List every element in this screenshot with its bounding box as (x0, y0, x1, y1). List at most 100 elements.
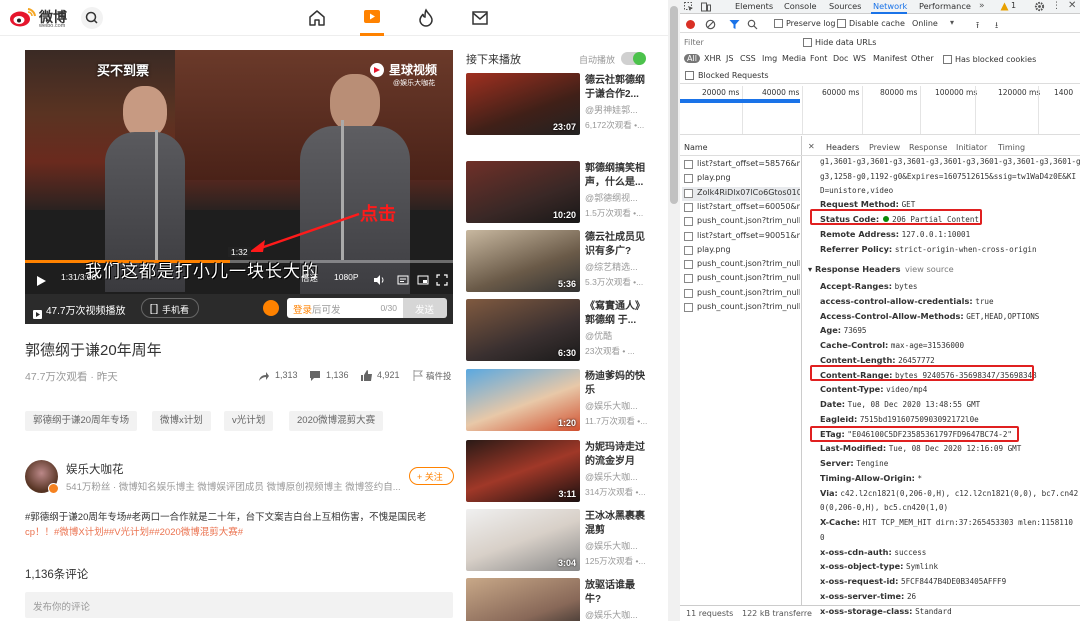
resource-type-filter[interactable]: Other (911, 54, 934, 63)
page-scroll-thumb[interactable] (670, 6, 678, 204)
more-tabs-button[interactable]: » (979, 1, 985, 11)
message-nav-button[interactable] (470, 8, 490, 28)
rec-title[interactable]: 放驱话谁最牛? (585, 579, 649, 607)
video-player[interactable]: 买不到票 星球视频 @娱乐大咖花 点击 1:32 我们这都是打小儿一块长大的 1… (25, 50, 453, 324)
resource-type-filter[interactable]: WS (853, 54, 866, 63)
resource-type-filter[interactable]: All (684, 54, 700, 63)
quality-button[interactable]: 1080P (334, 272, 359, 282)
autoplay-toggle[interactable] (621, 52, 646, 65)
view-source-link[interactable]: view source (905, 264, 954, 274)
detail-tab[interactable]: Headers (826, 143, 859, 152)
weibo-logo[interactable]: 微博 weibo.com (8, 6, 76, 30)
import-har-button[interactable]: ⭱ (976, 18, 979, 34)
share-button[interactable]: 1,313 (258, 369, 303, 383)
filter-toggle-button[interactable] (729, 19, 740, 30)
rec-title[interactable]: 杨迪爹妈的快乐 (585, 370, 649, 398)
blocked-cookies-checkbox[interactable] (943, 55, 952, 64)
throttling-select[interactable]: Online ▾ (910, 18, 962, 30)
detail-tab[interactable]: Initiator (956, 143, 987, 152)
devtools-tab[interactable]: Elements (735, 1, 773, 11)
request-row[interactable]: push_count.json?trim_null... (682, 287, 800, 301)
rec-title[interactable]: 德云社成员见识有多广? (585, 231, 649, 259)
search-network-button[interactable] (747, 19, 758, 30)
volume-button[interactable] (373, 271, 385, 285)
export-har-button[interactable]: ⭳ (995, 18, 998, 34)
record-button[interactable] (686, 20, 695, 29)
rec-thumbnail[interactable]: 5:36 (466, 230, 580, 292)
play-button[interactable] (35, 272, 47, 286)
detail-tab[interactable]: Preview (869, 143, 900, 152)
filter-input[interactable]: Filter (684, 37, 800, 49)
request-row[interactable]: push_count.json?trim_null... (682, 272, 800, 286)
devtools-tab[interactable]: Network (873, 1, 907, 11)
rec-thumbnail[interactable] (466, 578, 580, 621)
rec-thumbnail[interactable]: 6:30 (466, 299, 580, 361)
follow-button[interactable]: + 关注 (409, 467, 454, 485)
rec-author[interactable]: @综艺精选... (585, 260, 649, 273)
rec-thumbnail[interactable]: 3:04 (466, 509, 580, 571)
resource-type-filter[interactable]: Doc (833, 54, 848, 63)
request-row[interactable]: Zolk4RiDlx07lCo6Gtos010... (682, 186, 800, 201)
detail-tab[interactable]: Timing (998, 143, 1025, 152)
devtools-tab[interactable]: Sources (829, 1, 861, 11)
request-row[interactable]: play.png (682, 244, 800, 258)
warning-indicator[interactable]: 1 (1000, 1, 1020, 12)
video-nav-button[interactable] (362, 7, 382, 27)
resource-type-filter[interactable]: Font (810, 54, 827, 63)
topic-tag[interactable]: 2020微博混剪大赛 (289, 411, 384, 431)
request-row[interactable]: push_count.json?trim_null... (682, 301, 800, 315)
close-devtools-button[interactable]: ✕ (1068, 0, 1076, 11)
rec-title[interactable]: 《寫實通人》郭德纲 于... (585, 300, 649, 328)
rec-title[interactable]: 为妮玛诗走过的流金岁月 (585, 441, 649, 469)
response-headers-section-title[interactable]: ▾ Response Headers (808, 264, 901, 274)
like-button[interactable]: 4,921 (360, 369, 405, 383)
rec-thumbnail[interactable]: 23:07 (466, 73, 580, 135)
rec-author[interactable]: @娱乐大咖... (585, 470, 649, 483)
clear-button[interactable] (705, 19, 716, 30)
request-row[interactable]: list?start_offset=60050&mi... (682, 201, 800, 215)
rec-thumbnail[interactable]: 10:20 (466, 161, 580, 223)
devtools-menu-button[interactable]: ⋮ (1052, 1, 1061, 11)
speed-button[interactable]: 倍速 (301, 272, 318, 284)
topic-tag[interactable]: 郭德纲于谦20周年专场 (25, 411, 138, 431)
topic-tag[interactable]: 微博x计划 (152, 411, 211, 431)
devtools-tab[interactable]: Console (784, 1, 817, 11)
author-name[interactable]: 娱乐大咖花 (66, 461, 124, 477)
rec-author[interactable]: @郭德纲视... (585, 191, 649, 204)
fullscreen-button[interactable] (436, 271, 448, 286)
device-toolbar-button[interactable] (701, 2, 711, 12)
report-button[interactable]: 稿件投 (413, 369, 453, 383)
danmu-input[interactable]: 登录后可发 登录 0/30 (287, 298, 403, 318)
rec-author[interactable]: @娱乐大咖... (585, 539, 649, 552)
rec-author[interactable]: @娱乐大咖... (585, 608, 649, 621)
hot-nav-button[interactable] (416, 8, 436, 28)
preserve-log-checkbox[interactable] (774, 19, 783, 28)
blocked-requests-checkbox[interactable] (685, 71, 694, 80)
phone-watch-button[interactable]: 手机看 (141, 298, 199, 318)
name-column-header[interactable]: Name (684, 143, 708, 152)
devtools-tab[interactable]: Performance (919, 1, 971, 11)
inspect-element-button[interactable] (684, 2, 694, 12)
close-detail-button[interactable]: ✕ (808, 142, 815, 151)
request-row[interactable]: play.png (682, 172, 800, 186)
settings-button[interactable] (1034, 1, 1045, 12)
rec-thumbnail[interactable]: 3:11 (466, 440, 580, 502)
resource-type-filter[interactable]: Img (762, 54, 777, 63)
resource-type-filter[interactable]: Manifest (873, 54, 907, 63)
rec-author[interactable]: @娱乐大咖... (585, 399, 649, 412)
request-row[interactable]: list?start_offset=58576&mi... (682, 158, 800, 172)
search-button[interactable] (81, 7, 103, 29)
hide-data-urls-checkbox[interactable] (803, 38, 812, 47)
disable-cache-checkbox[interactable] (837, 19, 846, 28)
request-row[interactable]: push_count.json?trim_null... (682, 258, 800, 272)
resource-type-filter[interactable]: Media (782, 54, 806, 63)
rec-author[interactable]: @男神娃郭... (585, 103, 649, 116)
rec-title[interactable]: 德云社郭德纲于谦合作2... (585, 74, 649, 102)
request-row[interactable]: push_count.json?trim_null... (682, 215, 800, 229)
danmu-send-button[interactable]: 发送 (403, 298, 447, 318)
detail-tab[interactable]: Response (909, 143, 947, 152)
comment-button[interactable]: 1,136 (309, 369, 354, 383)
rec-author[interactable]: @优酷 (585, 329, 649, 342)
rec-thumbnail[interactable]: 1:20 (466, 369, 580, 431)
pip-button[interactable] (417, 271, 429, 285)
